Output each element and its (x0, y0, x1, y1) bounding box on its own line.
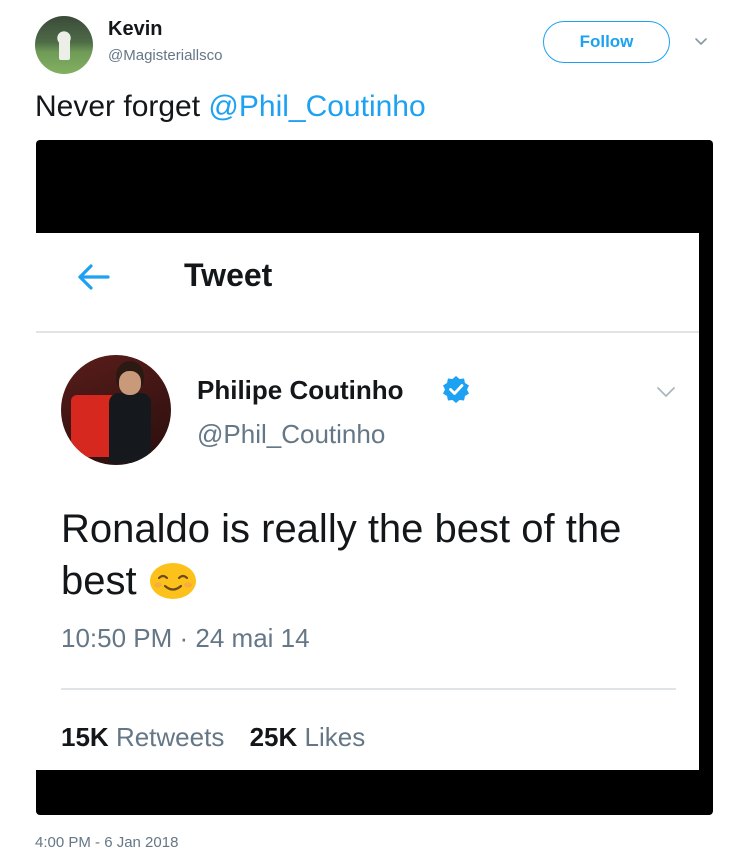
embedded-header-title: Tweet (184, 257, 273, 293)
likes-count: 25K (249, 722, 298, 752)
smiling-face-emoji-icon (149, 563, 196, 599)
likes-label: Likes (304, 722, 366, 752)
retweets-count: 15K (61, 722, 109, 752)
chevron-down-icon (657, 387, 675, 397)
verified-badge-icon (443, 376, 469, 403)
embedded-screenshot[interactable]: Tweet Philipe Coutinho @Phil_Coutinho Ro… (36, 140, 713, 815)
embedded-tweet: Tweet Philipe Coutinho @Phil_Coutinho Ro… (36, 233, 699, 770)
embedded-author-name: Philipe Coutinho (197, 375, 404, 405)
divider (61, 688, 676, 690)
embedded-timestamp: 10:50 PM · 24 mai 14 (61, 623, 310, 653)
author-handle[interactable]: @Magisteriallsco (108, 47, 222, 64)
embedded-tweet-text-content: Ronaldo is really the best of the best (61, 507, 622, 603)
embedded-avatar (61, 355, 171, 465)
author-name[interactable]: Kevin (108, 18, 162, 41)
tweet-text-prefix: Never forget (35, 90, 209, 123)
tweet-text: Never forget @Phil_Coutinho (35, 90, 426, 124)
engagement-stats: 15K Retweets 25K Likes (61, 722, 365, 753)
embedded-author-handle: @Phil_Coutinho (197, 419, 386, 449)
retweets-label: Retweets (115, 722, 225, 752)
embedded-tweet-text: Ronaldo is really the best of the best (61, 503, 681, 607)
mention-link[interactable]: @Phil_Coutinho (208, 90, 425, 123)
follow-button[interactable]: Follow (543, 21, 670, 63)
author-avatar[interactable] (35, 16, 93, 74)
arrow-left-icon (78, 264, 110, 290)
tweet-timestamp[interactable]: 4:00 PM - 6 Jan 2018 (35, 834, 178, 851)
chevron-down-icon[interactable] (691, 32, 711, 52)
embedded-header: Tweet (36, 233, 699, 333)
